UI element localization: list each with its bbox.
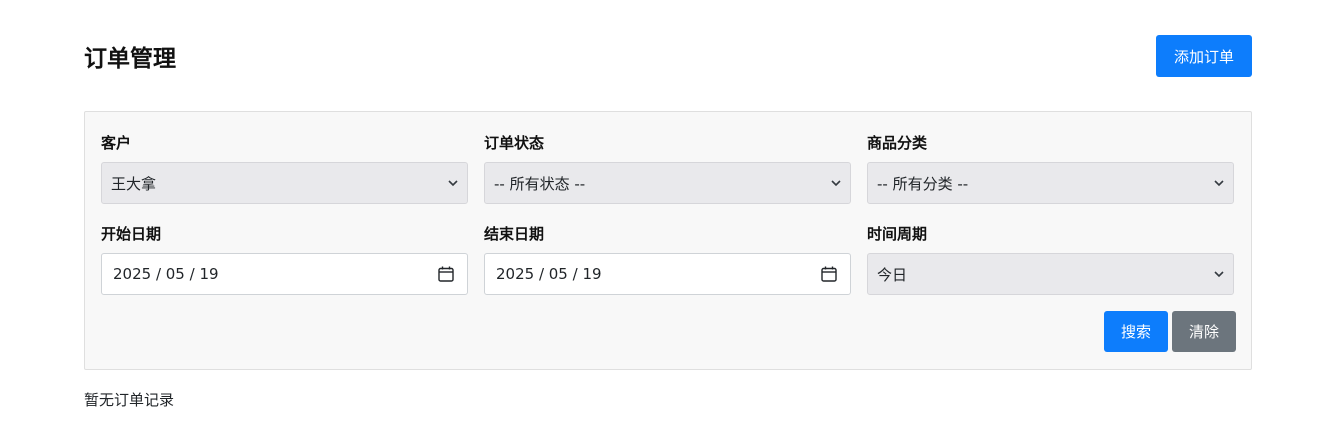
end-date-input[interactable]: 2025 / 05 / 19	[484, 253, 851, 295]
status-select[interactable]: -- 所有状态 --	[484, 162, 851, 204]
category-select[interactable]: -- 所有分类 --	[867, 162, 1234, 204]
customer-select[interactable]: 王大拿	[101, 162, 468, 204]
add-order-button[interactable]: 添加订单	[1156, 35, 1252, 77]
status-label: 订单状态	[484, 134, 545, 152]
period-label: 时间周期	[867, 225, 928, 243]
calendar-icon[interactable]	[820, 265, 838, 283]
category-label: 商品分类	[867, 134, 928, 152]
search-button[interactable]: 搜索	[1104, 311, 1168, 352]
category-select-value: -- 所有分类 --	[877, 174, 969, 193]
clear-button[interactable]: 清除	[1172, 311, 1236, 352]
page-title: 订单管理	[84, 46, 176, 72]
customer-label: 客户	[101, 134, 132, 152]
chevron-down-icon	[448, 180, 458, 187]
period-select[interactable]: 今日	[867, 253, 1234, 295]
customer-select-value: 王大拿	[111, 174, 157, 193]
chevron-down-icon	[831, 180, 841, 187]
empty-orders-message: 暂无订单记录	[84, 391, 175, 409]
chevron-down-icon	[1214, 271, 1224, 278]
status-select-value: -- 所有状态 --	[494, 174, 586, 193]
start-date-label: 开始日期	[101, 225, 162, 243]
period-select-value: 今日	[877, 265, 908, 284]
end-date-label: 结束日期	[484, 225, 545, 243]
start-date-input[interactable]: 2025 / 05 / 19	[101, 253, 468, 295]
start-date-value: 2025 / 05 / 19	[113, 265, 219, 283]
filter-panel: 客户 订单状态 商品分类 王大拿 -- 所有状态 -- -- 所有分类 -- 开…	[84, 111, 1252, 370]
end-date-value: 2025 / 05 / 19	[496, 265, 602, 283]
chevron-down-icon	[1214, 180, 1224, 187]
calendar-icon[interactable]	[437, 265, 455, 283]
